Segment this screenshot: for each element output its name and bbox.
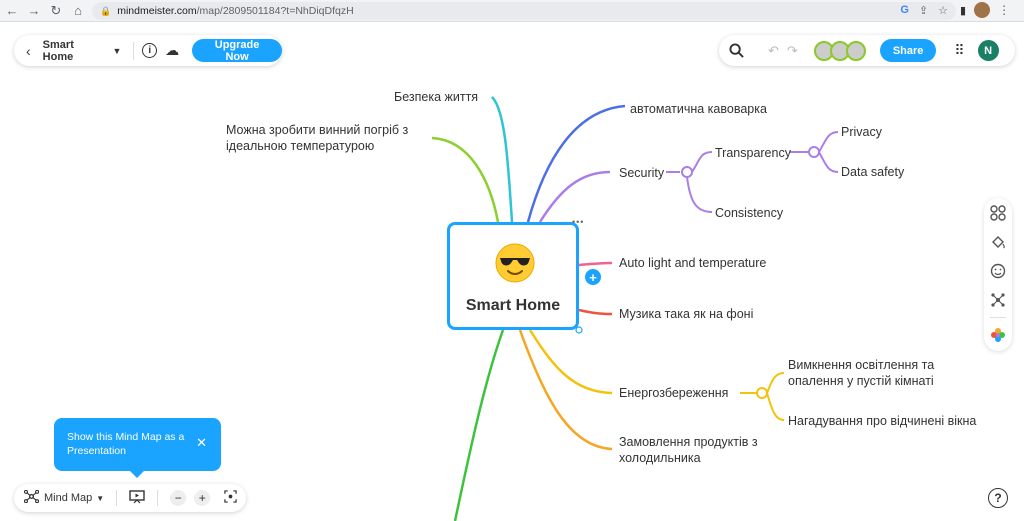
divider [990, 317, 1006, 318]
connector-kavovarka [526, 104, 626, 223]
bottom-toolbar: Mind Map ▼ − + [14, 484, 246, 512]
chevron-down-icon[interactable]: ▼ [96, 494, 104, 503]
connector-muzyka [578, 308, 613, 316]
node-bezpeka[interactable]: Безпека життя [394, 89, 478, 105]
divider [116, 490, 118, 506]
more-options-icon[interactable]: ••• [572, 217, 584, 227]
mindmap-layout-icon[interactable] [23, 489, 40, 506]
divider [157, 490, 159, 506]
presentation-tooltip: Show this Mind Map as a Presentation ✕ [54, 418, 221, 478]
connector-consistency [686, 176, 713, 213]
connector-datasafety [818, 151, 839, 173]
close-icon[interactable]: ✕ [196, 436, 207, 450]
presentation-icon[interactable] [129, 489, 145, 507]
connector-privacy [818, 131, 839, 153]
node-vymknennia-line1[interactable]: Вимкнення освітлення та [788, 357, 934, 373]
node-vymknennia-line2[interactable]: опалення у пустій кімнаті [788, 373, 934, 389]
node-transparency[interactable]: Transparency [715, 145, 791, 161]
connector-vynnyi [431, 136, 500, 223]
themes-icon[interactable] [989, 204, 1007, 222]
zoom-out-button[interactable]: − [170, 490, 187, 506]
node-kavovarka[interactable]: автоматична кавоварка [630, 101, 767, 117]
node-security[interactable]: Security [619, 165, 664, 181]
tooltip-text: Show this Mind Map as a Presentation [67, 431, 185, 457]
connector-zamovlennia [518, 329, 613, 451]
security-junction [681, 166, 693, 178]
node-consistency[interactable]: Consistency [715, 205, 783, 221]
connector-autolight [578, 261, 613, 267]
node-zamovlennia-line2[interactable]: холодильника [619, 450, 701, 466]
style-bucket-icon[interactable] [989, 233, 1007, 251]
connector-vymknennia [766, 372, 785, 394]
root-title: Smart Home [465, 297, 561, 314]
root-node[interactable]: Smart Home [447, 222, 579, 330]
node-privacy[interactable]: Privacy [841, 124, 882, 140]
tool-rail [984, 198, 1012, 351]
connections-icon[interactable] [989, 291, 1007, 309]
connector-security [538, 170, 611, 223]
connector-bezpeka [491, 96, 514, 223]
layout-label[interactable]: Mind Map [44, 492, 92, 504]
node-auto-light[interactable]: Auto light and temperature [619, 255, 766, 271]
help-icon[interactable]: ? [988, 488, 1008, 508]
connector-transparency [691, 151, 713, 173]
zoom-in-button[interactable]: + [194, 490, 211, 506]
enerho-junction [756, 387, 768, 399]
fit-to-screen-icon[interactable] [224, 490, 237, 506]
integrations-flower-icon[interactable] [989, 326, 1007, 344]
node-vynnyi-line2[interactable]: ідеальною температурою [226, 138, 374, 154]
add-node-button[interactable]: + [585, 269, 601, 285]
node-vynnyi-line1[interactable]: Можна зробити винний погріб з [226, 122, 408, 138]
transparency-junction [808, 146, 820, 158]
connector-nahaduvannia [766, 392, 785, 421]
resize-handle-icon[interactable] [575, 326, 583, 334]
node-data-safety[interactable]: Data safety [841, 164, 904, 180]
smiley-icon[interactable] [989, 262, 1007, 280]
node-muzyka[interactable]: Музика така як на фоні [619, 306, 753, 322]
node-nahaduvannia[interactable]: Нагадування про відчинені вікна [788, 413, 976, 429]
connector-offscreen [453, 329, 505, 521]
node-enerho[interactable]: Енергозбереження [619, 385, 728, 401]
node-zamovlennia-line1[interactable]: Замовлення продуктів з [619, 434, 758, 450]
sunglasses-face-icon [495, 243, 535, 283]
